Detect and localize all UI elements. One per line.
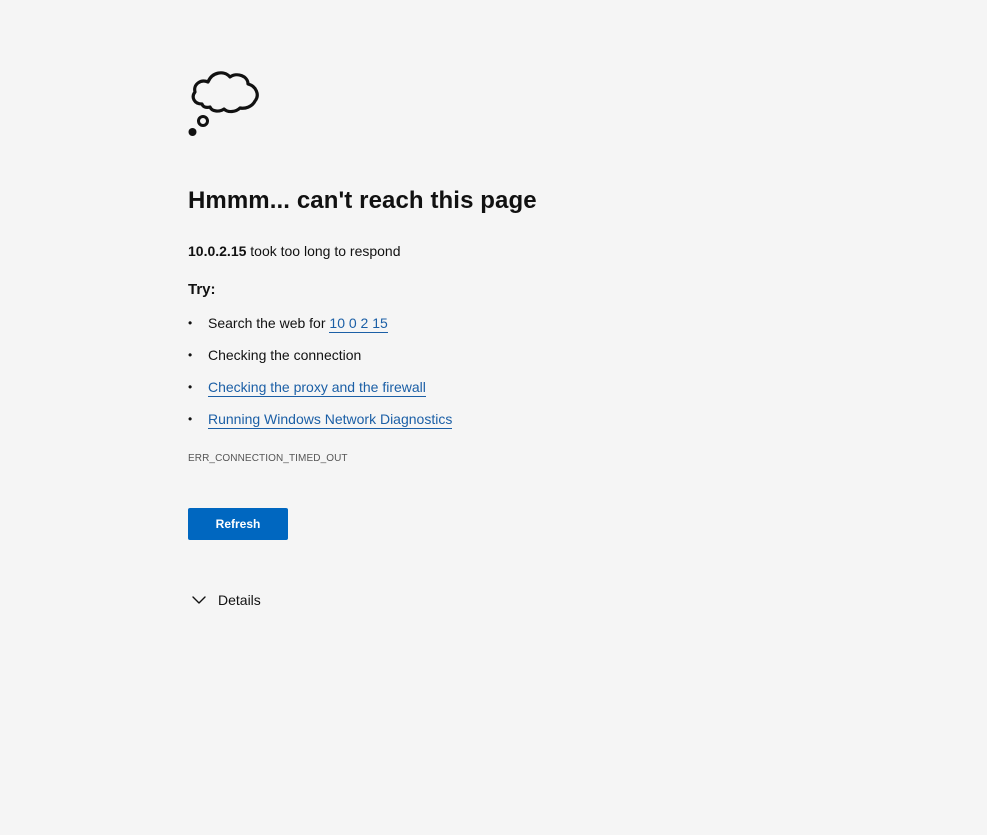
list-item: • Search the web for 10 0 2 15 bbox=[188, 314, 452, 346]
list-item: • Checking the proxy and the firewall bbox=[188, 378, 452, 410]
error-code: ERR_CONNECTION_TIMED_OUT bbox=[188, 453, 348, 464]
error-page: Hmmm... can't reach this page 10.0.2.15 … bbox=[188, 64, 808, 608]
host-address: 10.0.2.15 bbox=[188, 243, 247, 259]
search-web-link[interactable]: 10 0 2 15 bbox=[329, 315, 388, 333]
check-proxy-link[interactable]: Checking the proxy and the firewall bbox=[208, 379, 426, 397]
list-item: • Checking the connection bbox=[188, 346, 452, 378]
bullet-icon: • bbox=[188, 412, 193, 426]
list-item: • Running Windows Network Diagnostics bbox=[188, 410, 453, 442]
thought-cloud-icon bbox=[188, 71, 259, 136]
details-toggle[interactable]: Details bbox=[188, 590, 261, 610]
details-label: Details bbox=[218, 592, 261, 608]
bullet-icon: • bbox=[188, 380, 193, 394]
check-connection-text: Checking the connection bbox=[208, 347, 362, 363]
bullet-icon: • bbox=[188, 316, 193, 330]
try-label: Try: bbox=[188, 281, 216, 298]
error-subtitle: 10.0.2.15 took too long to respond bbox=[188, 242, 401, 260]
suggestion-list: • Search the web for 10 0 2 15 • Checkin… bbox=[188, 314, 453, 442]
refresh-button[interactable]: Refresh bbox=[188, 508, 288, 540]
subtitle-text: took too long to respond bbox=[246, 243, 401, 259]
network-diagnostics-link[interactable]: Running Windows Network Diagnostics bbox=[208, 411, 453, 429]
page-title: Hmmm... can't reach this page bbox=[188, 187, 537, 214]
search-prefix: Search the web for bbox=[208, 315, 330, 331]
chevron-down-icon bbox=[192, 596, 206, 604]
bullet-icon: • bbox=[188, 348, 193, 362]
